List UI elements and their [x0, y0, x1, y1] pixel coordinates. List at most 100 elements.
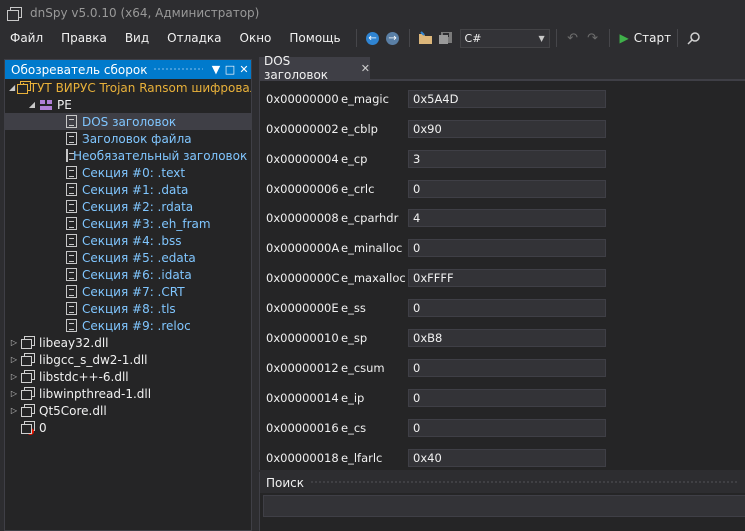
- document-icon: [66, 234, 77, 247]
- collapsed-arrow-icon[interactable]: ▷: [9, 389, 19, 398]
- field-value-input[interactable]: 0x5A4D: [408, 90, 606, 108]
- tree-item-label: 0: [39, 420, 47, 435]
- field-offset: 0x00000014: [266, 391, 339, 405]
- header-field-row: 0x0000000C e_maxalloc 0xFFFF: [260, 269, 745, 287]
- tree-node-qt5core[interactable]: ▷ Qt5Core.dll: [5, 402, 251, 419]
- tree-node-section-6[interactable]: Секция #6: .idata: [5, 266, 251, 283]
- field-value-input[interactable]: 0: [408, 299, 606, 317]
- field-offset: 0x00000006: [266, 182, 339, 196]
- field-value-input[interactable]: 0x40: [408, 449, 606, 467]
- field-value-input[interactable]: 4: [408, 209, 606, 227]
- document-icon: [66, 302, 77, 315]
- save-icon[interactable]: [436, 28, 456, 48]
- tree-item-label: Секция #8: .tls: [82, 301, 176, 316]
- pe-label: PE: [57, 97, 72, 112]
- language-select[interactable]: C# ▼: [459, 28, 550, 48]
- expanded-arrow-icon[interactable]: ◢: [9, 83, 15, 92]
- dnspy-app-icon[interactable]: [7, 7, 22, 21]
- tree-item-label: Секция #1: .data: [82, 182, 189, 197]
- menu-help[interactable]: Помощь: [280, 27, 349, 49]
- tree-item-label: DOS заголовок: [82, 114, 177, 129]
- assembly-explorer-pane: Обозреватель сборок ▼ □ ✕ ◢ ! ТУТ ВИРУС …: [4, 59, 252, 531]
- search-icon[interactable]: [684, 28, 704, 48]
- document-icon: [66, 166, 77, 179]
- field-value-input[interactable]: 0xFFFF: [408, 269, 606, 287]
- tree-node-section-3[interactable]: Секция #3: .eh_fram: [5, 215, 251, 232]
- dropdown-icon[interactable]: ▼: [209, 63, 223, 76]
- expanded-arrow-icon[interactable]: ◢: [27, 100, 37, 109]
- chevron-down-icon[interactable]: ▼: [535, 34, 549, 43]
- forward-icon[interactable]: →: [383, 28, 403, 48]
- open-folder-icon[interactable]: [416, 28, 436, 48]
- tree-node-libgcc[interactable]: ▷ libgcc_s_dw2-1.dll: [5, 351, 251, 368]
- menu-view[interactable]: Вид: [116, 27, 158, 49]
- tree-node-section-0[interactable]: Секция #0: .text: [5, 164, 251, 181]
- header-field-row: 0x00000002 e_cblp 0x90: [260, 120, 745, 138]
- field-offset: 0x00000002: [266, 122, 339, 136]
- tree-node-pe[interactable]: ◢ PE: [5, 96, 251, 113]
- field-name: e_sp: [341, 331, 368, 345]
- menu-file[interactable]: Файл: [0, 27, 52, 49]
- collapsed-arrow-icon[interactable]: ▷: [9, 372, 19, 381]
- field-name: e_ss: [341, 301, 366, 315]
- tree-item-label: Секция #9: .reloc: [82, 318, 191, 333]
- field-value-input[interactable]: 0xB8: [408, 329, 606, 347]
- tree-node-section-4[interactable]: Секция #4: .bss: [5, 232, 251, 249]
- undo-icon[interactable]: ↶: [563, 28, 583, 48]
- header-field-row: 0x00000018 e_lfarlc 0x40: [260, 449, 745, 467]
- field-offset: 0x00000010: [266, 331, 339, 345]
- tree-node-section-7[interactable]: Секция #7: .CRT: [5, 283, 251, 300]
- field-offset: 0x0000000E: [266, 301, 339, 315]
- language-value: C#: [464, 31, 482, 45]
- field-value-input[interactable]: 0: [408, 359, 606, 377]
- field-value-input[interactable]: 0: [408, 419, 606, 437]
- close-icon[interactable]: ✕: [361, 62, 370, 75]
- tree-node-optional-header[interactable]: Необязательный заголовок (32: [5, 147, 251, 164]
- tree-node-root[interactable]: ◢ ! ТУТ ВИРУС Trojan Ransom шифровал: [5, 79, 251, 96]
- collapsed-arrow-icon[interactable]: ▷: [9, 338, 19, 347]
- tree-item-label: libwinpthread-1.dll: [39, 386, 152, 401]
- play-icon: ▶: [619, 31, 629, 45]
- tree-node-error[interactable]: 0: [5, 419, 251, 436]
- field-value-input[interactable]: 0: [408, 389, 606, 407]
- tab-dos-header[interactable]: DOS заголовок ✕: [259, 54, 370, 82]
- redo-icon[interactable]: ↷: [583, 28, 603, 48]
- field-value-input[interactable]: 0: [408, 180, 606, 198]
- toolbar-separator: [355, 29, 357, 47]
- close-icon[interactable]: ✕: [237, 63, 251, 76]
- pin-icon[interactable]: □: [223, 63, 237, 76]
- search-input[interactable]: [263, 495, 745, 517]
- tree-node-section-9[interactable]: Секция #9: .reloc: [5, 317, 251, 334]
- document-icon: [66, 217, 77, 230]
- collapsed-arrow-icon[interactable]: ▷: [9, 355, 19, 364]
- tree-node-section-1[interactable]: Секция #1: .data: [5, 181, 251, 198]
- tree-node-section-2[interactable]: Секция #2: .rdata: [5, 198, 251, 215]
- field-value-input[interactable]: 3: [408, 150, 606, 168]
- assembly-icon: [21, 353, 35, 366]
- assembly-tree: ◢ ! ТУТ ВИРУС Trojan Ransom шифровал ◢ P…: [5, 79, 251, 529]
- tree-item-label: libstdc++-6.dll: [39, 369, 129, 384]
- back-icon[interactable]: ←: [363, 28, 383, 48]
- field-value-input[interactable]: 0x90: [408, 120, 606, 138]
- collapsed-arrow-icon[interactable]: ▷: [9, 406, 19, 415]
- tab-label: DOS заголовок: [264, 54, 329, 82]
- menu-window[interactable]: Окно: [231, 27, 281, 49]
- field-offset: 0x00000012: [266, 361, 339, 375]
- start-button[interactable]: ▶ Старт: [620, 31, 672, 45]
- tree-item-label: Секция #2: .rdata: [82, 199, 194, 214]
- tree-item-label: Секция #5: .edata: [82, 250, 196, 265]
- tree-node-libstdcpp[interactable]: ▷ libstdc++-6.dll: [5, 368, 251, 385]
- menu-debug[interactable]: Отладка: [158, 27, 230, 49]
- tree-node-file-header[interactable]: Заголовок файла: [5, 130, 251, 147]
- tree-node-section-8[interactable]: Секция #8: .tls: [5, 300, 251, 317]
- tree-node-dos-header[interactable]: DOS заголовок: [5, 113, 251, 130]
- toolbar-separator: [608, 29, 610, 47]
- tree-node-libeay32[interactable]: ▷ libeay32.dll: [5, 334, 251, 351]
- tree-node-section-5[interactable]: Секция #5: .edata: [5, 249, 251, 266]
- toolbar-separator: [555, 29, 557, 47]
- menu-edit[interactable]: Правка: [52, 27, 116, 49]
- tree-node-libwinpthread[interactable]: ▷ libwinpthread-1.dll: [5, 385, 251, 402]
- assembly-icon: [21, 387, 35, 400]
- assembly-explorer-title: Обозреватель сборок: [11, 62, 148, 77]
- field-value-input[interactable]: 0: [408, 239, 606, 257]
